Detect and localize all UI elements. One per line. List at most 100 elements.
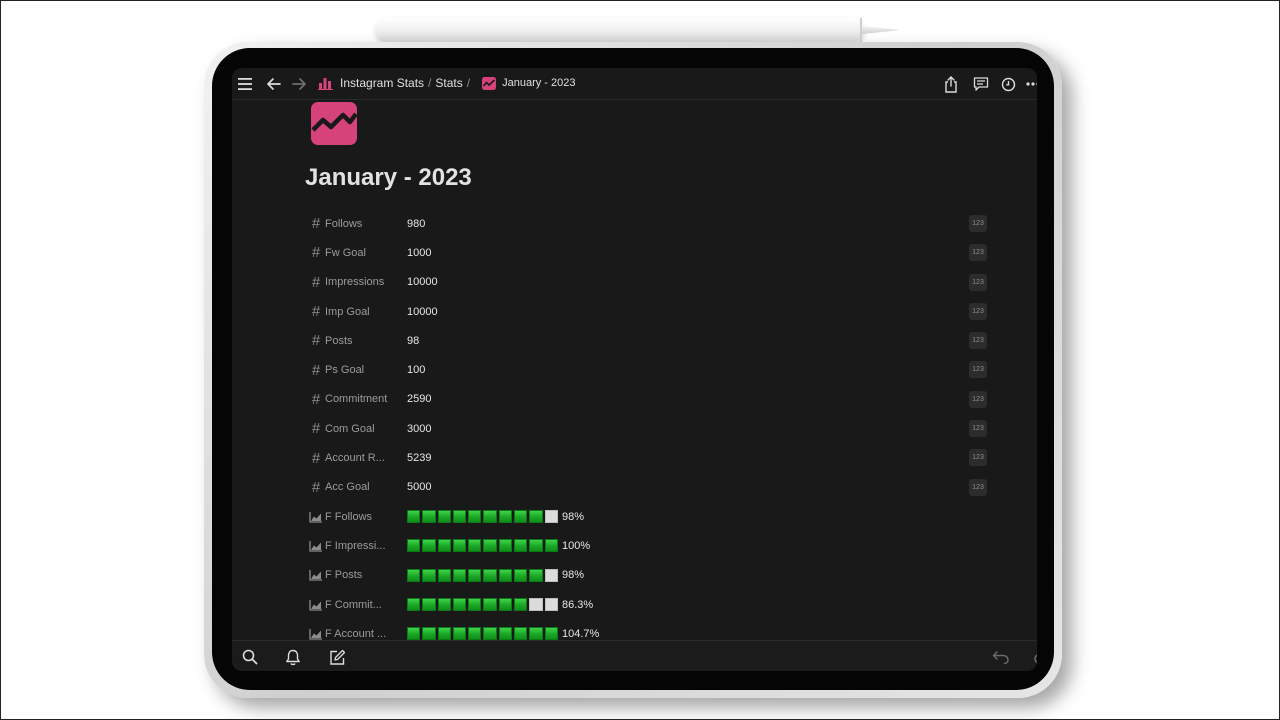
property-name[interactable]: Imp Goal [325, 306, 407, 318]
number-type-badge: 123 [969, 244, 987, 262]
new-page-button[interactable] [326, 646, 348, 668]
compose-icon [329, 649, 345, 665]
top-bar: Instagram Stats / Stats / January - 2023 [232, 68, 1037, 100]
number-property-row[interactable]: # Fw Goal 1000 123 [305, 238, 987, 267]
forward-button[interactable] [288, 73, 310, 95]
page-icon[interactable] [311, 102, 358, 145]
progress-cell [544, 598, 558, 611]
progress-cell [498, 539, 513, 553]
property-name[interactable]: Ps Goal [325, 364, 407, 376]
property-value[interactable]: 5239 [407, 452, 431, 464]
progress-cell [407, 510, 421, 524]
property-name[interactable]: F Posts [325, 569, 407, 581]
formula-property-row[interactable]: F Impressi... 100% [305, 531, 985, 560]
property-name[interactable]: F Follows [325, 511, 407, 523]
property-name[interactable]: F Commit... [325, 599, 407, 611]
progress-cell [437, 539, 451, 553]
number-property-row[interactable]: # Ps Goal 100 123 [305, 355, 987, 384]
apple-pencil [376, 18, 898, 42]
progress-cell [452, 568, 467, 582]
progress-cell [514, 510, 528, 524]
progress-cell [529, 568, 543, 582]
number-type-badge: 123 [969, 390, 987, 408]
hash-icon: # [311, 449, 321, 467]
comment-icon [973, 77, 989, 91]
menu-button[interactable] [234, 73, 256, 95]
progress-percent: 104.7% [561, 627, 600, 640]
number-type-badge: 123 [969, 478, 987, 496]
progress-cell [468, 598, 482, 611]
progress-cell [529, 627, 543, 641]
redo-button[interactable] [1027, 646, 1037, 668]
breadcrumb-parent[interactable]: Stats [435, 76, 462, 90]
breadcrumb-workspace[interactable]: Instagram Stats [318, 76, 424, 90]
search-button[interactable] [239, 646, 261, 668]
property-name[interactable]: F Impressi... [325, 540, 407, 552]
page-title[interactable]: January - 2023 [305, 164, 472, 192]
number-property-row[interactable]: # Commitment 2590 123 [305, 385, 987, 414]
app-screen: Instagram Stats / Stats / January - 2023 [232, 68, 1037, 671]
undo-button[interactable] [990, 646, 1012, 668]
formula-property-row[interactable]: F Commit... 86.3% [305, 590, 985, 619]
number-type-badge: 123 [969, 302, 987, 320]
progress-cell [437, 510, 451, 524]
number-property-row[interactable]: # Com Goal 3000 123 [305, 414, 987, 443]
number-property-row[interactable]: # Follows 980 123 [305, 209, 987, 238]
hash-icon: # [311, 215, 321, 233]
share-icon [945, 75, 957, 93]
chart-line-icon [311, 102, 358, 145]
property-value[interactable]: 100 [407, 364, 425, 376]
progress-bar [407, 598, 558, 611]
progress-cell [422, 539, 436, 553]
progress-cell [529, 539, 543, 553]
property-name[interactable]: Account R... [325, 452, 407, 464]
property-name[interactable]: Follows [325, 218, 407, 230]
menu-icon [238, 78, 252, 90]
more-icon [1026, 82, 1037, 86]
property-name[interactable]: Commitment [325, 393, 407, 405]
progress-cell [514, 568, 528, 582]
number-property-row[interactable]: # Posts 98 123 [305, 326, 987, 355]
property-name[interactable]: Impressions [325, 276, 407, 288]
property-value[interactable]: 98 [407, 335, 419, 347]
number-type-badge: 123 [969, 449, 987, 467]
progress-cell [483, 510, 497, 524]
more-button[interactable] [1022, 73, 1037, 95]
property-value[interactable]: 980 [407, 218, 425, 230]
property-value[interactable]: 2590 [407, 393, 431, 405]
progress-bar [407, 510, 558, 524]
property-name[interactable]: F Account ... [325, 628, 407, 640]
progress-percent: 98% [561, 510, 584, 523]
bar-chart-icon [318, 78, 333, 90]
progress-cell [498, 510, 513, 524]
number-property-row[interactable]: # Account R... 5239 123 [305, 443, 987, 472]
property-value[interactable]: 3000 [407, 423, 431, 435]
comments-button[interactable] [970, 73, 992, 95]
progress-cell [437, 627, 451, 641]
property-value[interactable]: 1000 [407, 247, 431, 259]
property-value[interactable]: 10000 [407, 306, 438, 318]
share-button[interactable] [940, 73, 962, 95]
history-button[interactable] [997, 73, 1019, 95]
property-value[interactable]: 5000 [407, 481, 431, 493]
property-name[interactable]: Acc Goal [325, 481, 407, 493]
progress-cell [407, 627, 421, 641]
formula-property-row[interactable]: F Follows 98% [305, 502, 985, 531]
formula-chart-icon [307, 567, 325, 583]
property-name[interactable]: Com Goal [325, 423, 407, 435]
formula-property-row[interactable]: F Posts 98% [305, 561, 985, 590]
progress-cell [407, 539, 421, 553]
property-value[interactable]: 10000 [407, 276, 438, 288]
back-button[interactable] [263, 73, 285, 95]
property-name[interactable]: Posts [325, 335, 407, 347]
progress-cell [529, 510, 543, 524]
number-property-row[interactable]: # Imp Goal 10000 123 [305, 297, 987, 326]
property-name[interactable]: Fw Goal [325, 247, 407, 259]
breadcrumb-current[interactable]: January - 2023 [482, 76, 575, 90]
number-property-row[interactable]: # Impressions 10000 123 [305, 268, 987, 297]
number-type-badge: 123 [969, 273, 987, 291]
number-property-row[interactable]: # Acc Goal 5000 123 [305, 473, 987, 502]
notifications-button[interactable] [282, 646, 304, 668]
progress-percent: 100% [561, 539, 591, 552]
progress-percent: 86.3% [561, 598, 594, 611]
